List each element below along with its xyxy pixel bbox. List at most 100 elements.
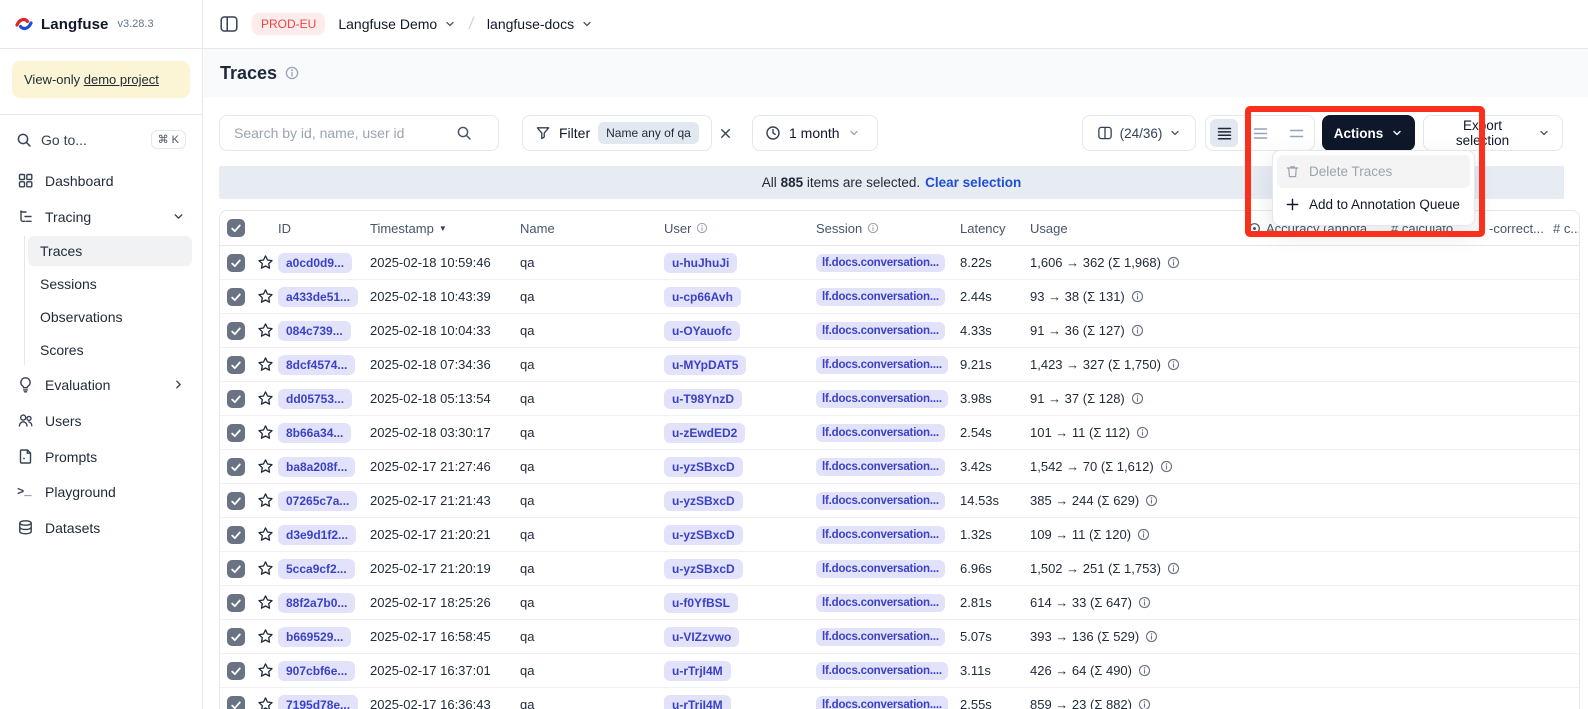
- sidebar-item-sessions[interactable]: Sessions: [28, 269, 192, 299]
- bookmark-star-button[interactable]: [252, 526, 278, 543]
- user-link[interactable]: u-rTrjI4M: [664, 661, 731, 681]
- sidebar-item-traces[interactable]: Traces: [28, 236, 192, 266]
- row-height-compact-button[interactable]: [1210, 119, 1238, 147]
- sidebar-item-scores[interactable]: Scores: [28, 335, 192, 365]
- org-selector[interactable]: Langfuse Demo: [338, 16, 456, 32]
- table-row[interactable]: 7195d78e... 2025-02-17 16:36:43 qa u-rTr…: [220, 688, 1579, 709]
- info-icon[interactable]: [1138, 664, 1151, 677]
- user-link[interactable]: u-zEwdED2: [664, 423, 745, 443]
- row-checkbox[interactable]: [227, 254, 245, 272]
- sidebar-toggle-icon[interactable]: [219, 14, 239, 34]
- trace-id-link[interactable]: 7195d78e...: [278, 695, 358, 709]
- trace-id-link[interactable]: 8b66a34...: [278, 423, 351, 443]
- table-row[interactable]: 8b66a34... 2025-02-18 03:30:17 qa u-zEwd…: [220, 416, 1579, 450]
- bookmark-star-button[interactable]: [252, 492, 278, 509]
- session-link[interactable]: lf.docs.conversation...: [816, 424, 945, 442]
- info-icon[interactable]: [1167, 358, 1180, 371]
- info-icon[interactable]: [1145, 630, 1158, 643]
- table-row[interactable]: dd05753... 2025-02-18 05:13:54 qa u-T98Y…: [220, 382, 1579, 416]
- sidebar-item-datasets[interactable]: Datasets: [10, 511, 192, 544]
- export-selection-button[interactable]: Export selection: [1423, 115, 1563, 151]
- trace-id-link[interactable]: 07265c7a...: [278, 491, 357, 511]
- project-selector[interactable]: langfuse-docs: [487, 16, 593, 32]
- session-link[interactable]: lf.docs.conversation...: [816, 628, 945, 646]
- row-checkbox[interactable]: [227, 526, 245, 544]
- row-checkbox[interactable]: [227, 356, 245, 374]
- bookmark-star-button[interactable]: [252, 662, 278, 679]
- session-link[interactable]: lf.docs.conversation...: [816, 492, 945, 510]
- session-link[interactable]: lf.docs.conversation....: [816, 390, 948, 408]
- bookmark-star-button[interactable]: [252, 628, 278, 645]
- demo-project-link[interactable]: demo project: [84, 72, 159, 87]
- row-checkbox[interactable]: [227, 288, 245, 306]
- table-row[interactable]: a0cd0d9... 2025-02-18 10:59:46 qa u-huJh…: [220, 246, 1579, 280]
- sidebar-item-tracing[interactable]: Tracing: [10, 200, 192, 233]
- filter-button[interactable]: Filter Name any of qa: [522, 115, 712, 151]
- trace-id-link[interactable]: 907cbf6e...: [278, 661, 355, 681]
- row-height-medium-button[interactable]: [1246, 119, 1274, 147]
- bookmark-star-button[interactable]: [252, 356, 278, 373]
- row-checkbox[interactable]: [227, 390, 245, 408]
- table-row[interactable]: a433de51... 2025-02-18 10:43:39 qa u-cp6…: [220, 280, 1579, 314]
- info-icon[interactable]: [1160, 460, 1173, 473]
- row-checkbox[interactable]: [227, 424, 245, 442]
- sidebar-item-playground[interactable]: >_ Playground: [10, 476, 192, 508]
- table-row[interactable]: 084c739... 2025-02-18 10:04:33 qa u-OYau…: [220, 314, 1579, 348]
- select-all-checkbox[interactable]: [227, 219, 245, 237]
- column-header-timestamp[interactable]: Timestamp▼: [370, 221, 520, 236]
- user-link[interactable]: u-VIZzvwo: [664, 627, 739, 647]
- trace-id-link[interactable]: 88f2a7b0...: [278, 593, 355, 613]
- row-height-tall-button[interactable]: [1282, 119, 1310, 147]
- column-header-usage[interactable]: Usage: [1030, 221, 1248, 236]
- trace-id-link[interactable]: 8dcf4574...: [278, 355, 355, 375]
- session-link[interactable]: lf.docs.conversation....: [816, 696, 948, 709]
- row-checkbox[interactable]: [227, 560, 245, 578]
- table-row[interactable]: 907cbf6e... 2025-02-17 16:37:01 qa u-rTr…: [220, 654, 1579, 688]
- user-link[interactable]: u-huJhuJi: [664, 253, 737, 273]
- info-icon[interactable]: [1167, 256, 1180, 269]
- table-row[interactable]: b669529... 2025-02-17 16:58:45 qa u-VIZz…: [220, 620, 1579, 654]
- trace-id-link[interactable]: a0cd0d9...: [278, 253, 352, 273]
- user-link[interactable]: u-yzSBxcD: [664, 457, 743, 477]
- bookmark-star-button[interactable]: [252, 288, 278, 305]
- bookmark-star-button[interactable]: [252, 560, 278, 577]
- table-row[interactable]: d3e9d1f2... 2025-02-17 21:20:21 qa u-yzS…: [220, 518, 1579, 552]
- actions-button[interactable]: Actions: [1322, 115, 1415, 151]
- column-header-session[interactable]: Session: [816, 221, 960, 236]
- trace-id-link[interactable]: 084c739...: [278, 321, 351, 341]
- table-row[interactable]: 88f2a7b0... 2025-02-17 18:25:26 qa u-f0Y…: [220, 586, 1579, 620]
- session-link[interactable]: lf.docs.conversation...: [816, 594, 945, 612]
- column-header-name[interactable]: Name: [520, 221, 664, 236]
- user-link[interactable]: u-yzSBxcD: [664, 525, 743, 545]
- info-icon[interactable]: [1136, 426, 1149, 439]
- row-checkbox[interactable]: [227, 696, 245, 709]
- user-link[interactable]: u-MYpDAT5: [664, 355, 746, 375]
- bookmark-star-button[interactable]: [252, 696, 278, 709]
- trace-id-link[interactable]: d3e9d1f2...: [278, 525, 356, 545]
- session-link[interactable]: lf.docs.conversation...: [816, 526, 945, 544]
- goto-search[interactable]: Go to... ⌘ K: [10, 125, 192, 154]
- info-icon[interactable]: [1138, 596, 1151, 609]
- trace-id-link[interactable]: ba8a208f...: [278, 457, 355, 477]
- search-input[interactable]: [232, 124, 450, 142]
- trace-id-link[interactable]: 5cca9cf2...: [278, 559, 355, 579]
- session-link[interactable]: lf.docs.conversation...: [816, 254, 945, 272]
- row-checkbox[interactable]: [227, 662, 245, 680]
- sidebar-item-observations[interactable]: Observations: [28, 302, 192, 332]
- row-checkbox[interactable]: [227, 322, 245, 340]
- table-row[interactable]: 5cca9cf2... 2025-02-17 21:20:19 qa u-yzS…: [220, 552, 1579, 586]
- clear-selection-link[interactable]: Clear selection: [925, 175, 1021, 190]
- info-icon[interactable]: [1131, 392, 1144, 405]
- bookmark-star-button[interactable]: [252, 594, 278, 611]
- session-link[interactable]: lf.docs.conversation...: [816, 288, 945, 306]
- info-icon[interactable]: [1137, 528, 1150, 541]
- time-range-button[interactable]: 1 month: [752, 115, 878, 151]
- sidebar-item-users[interactable]: Users: [10, 404, 192, 437]
- clear-filter-button[interactable]: [716, 124, 735, 143]
- sidebar-item-dashboard[interactable]: Dashboard: [10, 164, 192, 197]
- user-link[interactable]: u-T98YnzD: [664, 389, 742, 409]
- search-box[interactable]: [219, 115, 499, 151]
- bookmark-star-button[interactable]: [252, 424, 278, 441]
- session-link[interactable]: lf.docs.conversation...: [816, 322, 945, 340]
- info-icon[interactable]: [1167, 562, 1180, 575]
